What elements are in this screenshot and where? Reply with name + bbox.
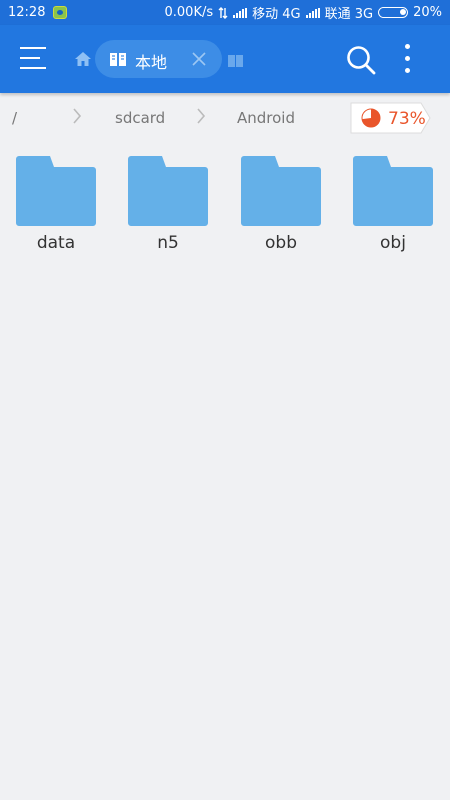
network-speed: 0.00K/s	[164, 5, 214, 20]
status-time: 12:28	[8, 5, 46, 20]
toolbar: 本地	[0, 25, 450, 93]
carrier-2: 联通 3G	[324, 7, 374, 22]
tab-local[interactable]: 本地	[95, 40, 222, 78]
breadcrumb: / sdcard Android 73%	[0, 93, 450, 143]
more-vert-icon[interactable]	[400, 43, 416, 75]
tab-label: 本地	[135, 53, 168, 72]
carrier-1: 移动 4G	[252, 7, 301, 22]
signal-icon-2	[305, 7, 320, 18]
folder-icon	[128, 156, 208, 226]
folder-name: obb	[265, 233, 297, 253]
folder-icon	[353, 156, 433, 226]
folder-item[interactable]: data	[0, 155, 112, 265]
folder-item[interactable]: obj	[337, 155, 449, 265]
search-icon[interactable]	[346, 45, 376, 75]
folder-icon	[16, 156, 96, 226]
signal-icon	[233, 7, 248, 18]
close-icon[interactable]	[191, 51, 207, 67]
breadcrumb-android[interactable]: Android	[237, 109, 295, 127]
chevron-right-icon	[197, 108, 206, 124]
status-bar: 12:28 0.00K/s 移动 4G 联通 3G 20%	[0, 0, 450, 25]
folder-name: obj	[380, 233, 406, 253]
breadcrumb-sdcard[interactable]: sdcard	[115, 109, 165, 127]
battery-level: 20%	[413, 5, 442, 20]
book-icon	[110, 53, 126, 66]
storage-usage-badge[interactable]: 73%	[350, 102, 431, 134]
folder-item[interactable]: obb	[225, 155, 337, 265]
folder-item[interactable]: n5	[112, 155, 224, 265]
battery-icon	[378, 7, 409, 18]
chevron-right-icon	[73, 108, 82, 124]
storage-percent: 73%	[388, 109, 426, 129]
folder-name: n5	[157, 233, 179, 253]
folder-icon	[241, 156, 321, 226]
notification-app-icon	[53, 6, 68, 19]
home-icon[interactable]	[74, 51, 92, 67]
book-icon-secondary[interactable]	[228, 55, 243, 67]
folder-name: data	[36, 233, 76, 253]
menu-icon[interactable]	[20, 47, 50, 71]
breadcrumb-root[interactable]: /	[12, 109, 17, 127]
data-transfer-icon	[218, 6, 228, 19]
storage-pie-icon	[361, 108, 381, 128]
